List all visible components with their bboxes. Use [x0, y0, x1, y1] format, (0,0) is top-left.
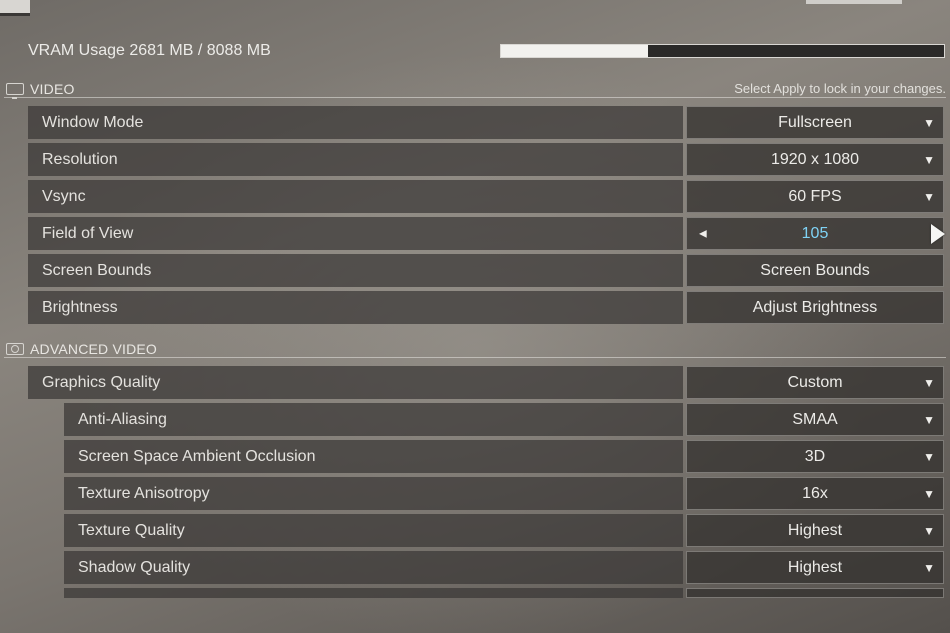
dropdown-value: Highest: [787, 521, 843, 539]
window-mode-dropdown[interactable]: Fullscreen ▼: [686, 106, 944, 139]
setting-row-brightness[interactable]: Brightness Adjust Brightness: [28, 291, 944, 324]
anti-aliasing-dropdown[interactable]: SMAA ▼: [686, 403, 944, 436]
chevron-down-icon: ▼: [923, 115, 935, 130]
chevron-down-icon: ▼: [923, 152, 935, 167]
monitor-icon: [6, 82, 24, 99]
setting-label: Graphics Quality: [28, 366, 683, 399]
setting-row-screen-bounds[interactable]: Screen Bounds Screen Bounds: [28, 254, 944, 287]
partial-dropdown[interactable]: [686, 588, 944, 598]
dropdown-value: 16x: [802, 484, 828, 502]
advanced-video-section-header: ADVANCED VIDEO: [4, 340, 946, 358]
slider-value: 105: [801, 224, 829, 242]
mouse-cursor-icon: [931, 224, 945, 244]
setting-row-texture-quality[interactable]: Texture Quality Highest ▼: [64, 514, 944, 547]
setting-label: Screen Bounds: [28, 254, 683, 287]
ssao-dropdown[interactable]: 3D ▼: [686, 440, 944, 473]
setting-label: Resolution: [28, 143, 683, 176]
setting-row-texture-anisotropy[interactable]: Texture Anisotropy 16x ▼: [64, 477, 944, 510]
setting-row-partial[interactable]: [64, 588, 944, 598]
apply-hint: Select Apply to lock in your changes.: [734, 81, 946, 96]
setting-row-vsync[interactable]: Vsync 60 FPS ▼: [28, 180, 944, 213]
vsync-dropdown[interactable]: 60 FPS ▼: [686, 180, 944, 213]
setting-row-resolution[interactable]: Resolution 1920 x 1080 ▼: [28, 143, 944, 176]
chevron-down-icon: ▼: [923, 375, 935, 390]
button-label: Screen Bounds: [760, 261, 870, 279]
field-of-view-slider[interactable]: ◀ 105: [686, 217, 945, 250]
setting-label: Brightness: [28, 291, 683, 324]
camera-icon: [6, 342, 24, 355]
resolution-dropdown[interactable]: 1920 x 1080 ▼: [686, 143, 944, 176]
setting-row-shadow-quality[interactable]: Shadow Quality Highest ▼: [64, 551, 944, 584]
shadow-quality-dropdown[interactable]: Highest ▼: [686, 551, 944, 584]
adjust-brightness-button[interactable]: Adjust Brightness: [686, 291, 944, 324]
texture-quality-dropdown[interactable]: Highest ▼: [686, 514, 944, 547]
graphics-quality-dropdown[interactable]: Custom ▼: [686, 366, 944, 399]
texture-anisotropy-dropdown[interactable]: 16x ▼: [686, 477, 944, 510]
setting-label: [64, 588, 683, 598]
setting-row-window-mode[interactable]: Window Mode Fullscreen ▼: [28, 106, 944, 139]
vram-usage-bar: [500, 44, 945, 58]
chevron-down-icon: ▼: [923, 189, 935, 204]
dropdown-value: Fullscreen: [778, 113, 852, 131]
setting-label: Field of View: [28, 217, 683, 250]
chevron-down-icon: ▼: [923, 449, 935, 464]
vram-usage-label: VRAM Usage 2681 MB / 8088 MB: [28, 42, 271, 59]
dropdown-value: 3D: [804, 447, 826, 465]
arrow-left-icon[interactable]: ◀: [699, 228, 707, 239]
screen-bounds-button[interactable]: Screen Bounds: [686, 254, 944, 287]
chevron-down-icon: ▼: [923, 486, 935, 501]
setting-label: Screen Space Ambient Occlusion: [64, 440, 683, 473]
top-left-tab[interactable]: [0, 0, 30, 16]
setting-label: Vsync: [28, 180, 683, 213]
setting-label: Window Mode: [28, 106, 683, 139]
dropdown-value: Highest: [787, 558, 843, 576]
advanced-video-section-title: ADVANCED VIDEO: [30, 340, 158, 357]
setting-row-anti-aliasing[interactable]: Anti-Aliasing SMAA ▼: [64, 403, 944, 436]
video-section-title: VIDEO: [30, 80, 75, 97]
setting-row-field-of-view[interactable]: Field of View ◀ 105: [28, 217, 945, 250]
chevron-down-icon: ▼: [923, 523, 935, 538]
dropdown-value: 1920 x 1080: [770, 150, 860, 168]
vram-usage-fill: [501, 45, 648, 57]
dropdown-value: SMAA: [792, 410, 838, 428]
button-label: Adjust Brightness: [752, 298, 878, 316]
setting-label: Texture Anisotropy: [64, 477, 683, 510]
chevron-down-icon: ▼: [923, 560, 935, 575]
setting-row-graphics-quality[interactable]: Graphics Quality Custom ▼: [28, 366, 944, 399]
setting-row-ssao[interactable]: Screen Space Ambient Occlusion 3D ▼: [64, 440, 944, 473]
top-right-tab[interactable]: [806, 0, 902, 4]
setting-label: Shadow Quality: [64, 551, 683, 584]
dropdown-value: 60 FPS: [788, 187, 842, 205]
setting-label: Anti-Aliasing: [64, 403, 683, 436]
dropdown-value: Custom: [787, 373, 843, 391]
chevron-down-icon: ▼: [923, 412, 935, 427]
video-section-header: VIDEO Select Apply to lock in your chang…: [4, 80, 946, 99]
setting-label: Texture Quality: [64, 514, 683, 547]
